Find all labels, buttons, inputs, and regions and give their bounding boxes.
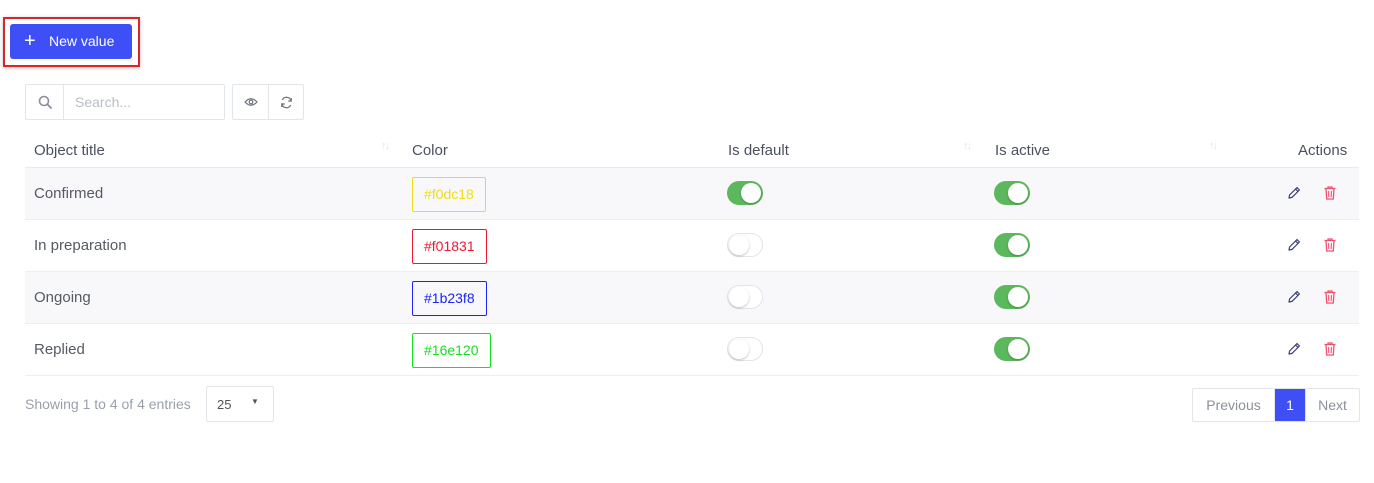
is-active-toggle[interactable] xyxy=(994,285,1030,309)
color-badge: #f0dc18 xyxy=(412,177,486,212)
previous-page-button[interactable]: Previous xyxy=(1193,389,1275,421)
header-is-default[interactable]: Is default xyxy=(728,142,789,159)
page-length-value: 25 xyxy=(217,397,232,412)
row-title: Ongoing xyxy=(34,289,91,306)
next-page-button[interactable]: Next xyxy=(1305,389,1359,421)
header-color: Color xyxy=(412,142,448,159)
toggle-knob xyxy=(1008,287,1028,307)
row-title: Replied xyxy=(34,341,85,358)
values-table: Object title ↑↓ Color Is default ↑↓ Is a… xyxy=(25,132,1359,376)
new-value-button[interactable]: + New value xyxy=(10,24,132,59)
refresh-icon[interactable] xyxy=(268,85,303,119)
header-actions: Actions xyxy=(1298,142,1348,159)
is-default-toggle[interactable] xyxy=(727,181,763,205)
table-row: Confirmed #f0dc18 xyxy=(25,168,1359,220)
toggle-knob xyxy=(729,339,749,359)
toggle-knob xyxy=(729,235,749,255)
header-is-active[interactable]: Is active xyxy=(995,142,1050,159)
table-toolbar xyxy=(25,84,304,120)
page-1-button[interactable]: 1 xyxy=(1275,389,1305,421)
delete-icon[interactable] xyxy=(1321,236,1339,254)
table-header: Object title ↑↓ Color Is default ↑↓ Is a… xyxy=(25,132,1359,168)
toggle-knob xyxy=(1008,183,1028,203)
row-title: In preparation xyxy=(34,237,127,254)
edit-icon[interactable] xyxy=(1285,340,1303,358)
toggle-knob xyxy=(1008,339,1028,359)
caret-down-icon: ▼ xyxy=(251,397,259,406)
toggle-knob xyxy=(741,183,761,203)
search-input[interactable] xyxy=(64,85,224,119)
delete-icon[interactable] xyxy=(1321,184,1339,202)
search-icon xyxy=(26,85,64,119)
entries-info: Showing 1 to 4 of 4 entries xyxy=(25,396,191,412)
table-row: Replied #16e120 xyxy=(25,324,1359,376)
edit-icon[interactable] xyxy=(1285,288,1303,306)
is-default-toggle[interactable] xyxy=(727,337,763,361)
is-active-toggle[interactable] xyxy=(994,337,1030,361)
page-length-select[interactable]: 25 ▼ xyxy=(206,386,274,422)
edit-icon[interactable] xyxy=(1285,236,1303,254)
color-badge: #16e120 xyxy=(412,333,491,368)
table-row: Ongoing #1b23f8 xyxy=(25,272,1359,324)
table-body: Confirmed #f0dc18 In preparation #f01831… xyxy=(25,168,1359,376)
is-default-toggle[interactable] xyxy=(727,285,763,309)
sort-icon[interactable]: ↑↓ xyxy=(963,140,972,152)
eye-icon[interactable] xyxy=(233,85,268,119)
sort-icon[interactable]: ↑↓ xyxy=(1209,140,1218,152)
row-title: Confirmed xyxy=(34,185,104,202)
toggle-knob xyxy=(729,287,749,307)
is-default-toggle[interactable] xyxy=(727,233,763,257)
table-row: In preparation #f01831 xyxy=(25,220,1359,272)
delete-icon[interactable] xyxy=(1321,288,1339,306)
color-badge: #1b23f8 xyxy=(412,281,487,316)
is-active-toggle[interactable] xyxy=(994,233,1030,257)
delete-icon[interactable] xyxy=(1321,340,1339,358)
search-group xyxy=(25,84,225,120)
is-active-toggle[interactable] xyxy=(994,181,1030,205)
sort-icon[interactable]: ↑↓ xyxy=(381,140,390,152)
toggle-knob xyxy=(1008,235,1028,255)
view-buttons xyxy=(232,84,304,120)
new-value-label: New value xyxy=(49,33,115,49)
pagination: Previous 1 Next xyxy=(1192,388,1360,422)
color-badge: #f01831 xyxy=(412,229,487,264)
plus-icon: + xyxy=(24,30,36,52)
edit-icon[interactable] xyxy=(1285,184,1303,202)
header-object-title[interactable]: Object title xyxy=(34,142,105,159)
